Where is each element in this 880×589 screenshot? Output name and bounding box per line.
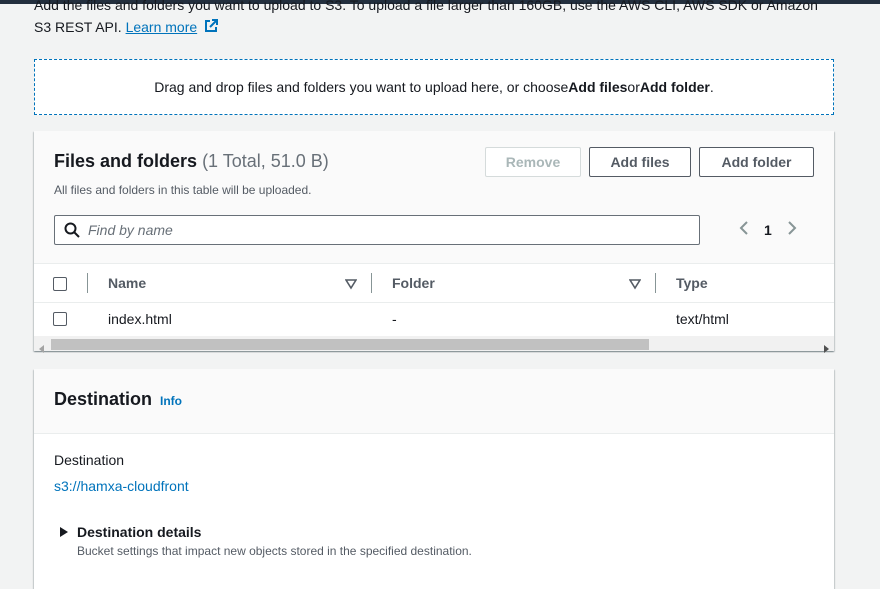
destination-s3-link[interactable]: s3://hamxa-cloudfront [54,478,189,494]
scroll-right-icon[interactable] [823,340,829,358]
intro-line-2: S3 REST API. Learn more [34,16,834,39]
add-files-button[interactable]: Add files [589,147,691,177]
destination-panel: Destination Info Destination s3://hamxa-c… [34,369,834,589]
drop-zone-add-files: Add files [568,79,628,95]
drop-zone-period: . [709,79,714,95]
learn-more-link[interactable]: Learn more [126,19,198,35]
upload-intro: Add the files and folders you want to up… [34,0,834,39]
column-separator [87,273,88,293]
column-type-header[interactable]: Type [676,275,708,291]
column-name-header[interactable]: Name [108,275,146,291]
destination-label: Destination [54,452,125,468]
table-row: index.html - text/html [34,303,834,336]
row-checkbox[interactable] [53,312,67,326]
search-placeholder: Find by name [88,222,173,238]
files-title-text: Files and folders [54,151,198,171]
drop-zone[interactable]: Drag and drop files and folders you want… [34,59,834,115]
column-folder-header[interactable]: Folder [392,275,435,291]
chevron-right-icon[interactable] [786,220,798,239]
sort-down-icon[interactable] [628,277,642,295]
destination-details-description: Bucket settings that impact new objects … [77,544,472,558]
column-resizer[interactable] [655,273,656,293]
external-link-icon[interactable] [204,17,219,39]
files-description: All files and folders in this table will… [54,183,312,197]
scroll-left-icon[interactable] [39,340,45,358]
drop-zone-add-folder: Add folder [639,79,710,95]
destination-panel-header: Destination Info [34,369,834,434]
search-icon [64,222,80,238]
horizontal-scrollbar[interactable] [34,336,834,353]
chevron-left-icon[interactable] [738,220,750,239]
remove-button[interactable]: Remove [485,147,581,177]
select-all-checkbox[interactable] [53,277,67,291]
page-number[interactable]: 1 [764,222,772,238]
destination-title-text: Destination [54,389,153,409]
destination-details-toggle[interactable]: Destination details [60,524,201,540]
row-name: index.html [108,311,172,327]
column-resizer[interactable] [371,273,372,293]
search-input[interactable]: Find by name [54,215,700,245]
row-folder: - [392,311,397,327]
table-header: Name Folder Type [34,264,834,303]
scrollbar-thumb[interactable] [51,339,649,350]
info-link[interactable]: Info [160,394,182,408]
files-panel-header: Files and folders (1 Total, 51.0 B) All … [34,131,834,264]
drop-zone-text: Drag and drop files and folders you want… [154,79,569,95]
files-count: (1 Total, 51.0 B) [202,151,329,171]
caret-right-icon [60,527,68,537]
files-title: Files and folders (1 Total, 51.0 B) [54,151,329,172]
intro-line-1: Add the files and folders you want to up… [34,0,818,13]
files-and-folders-panel: Files and folders (1 Total, 51.0 B) All … [34,131,834,353]
sort-down-icon[interactable] [344,277,358,295]
drop-zone-or: or [627,79,640,95]
add-folder-button[interactable]: Add folder [699,147,814,177]
destination-title: Destination Info [54,389,182,410]
pagination: 1 [738,220,798,239]
row-type: text/html [676,311,729,327]
destination-details-title: Destination details [77,524,202,540]
intro-line-2-text: S3 REST API. [34,19,122,35]
